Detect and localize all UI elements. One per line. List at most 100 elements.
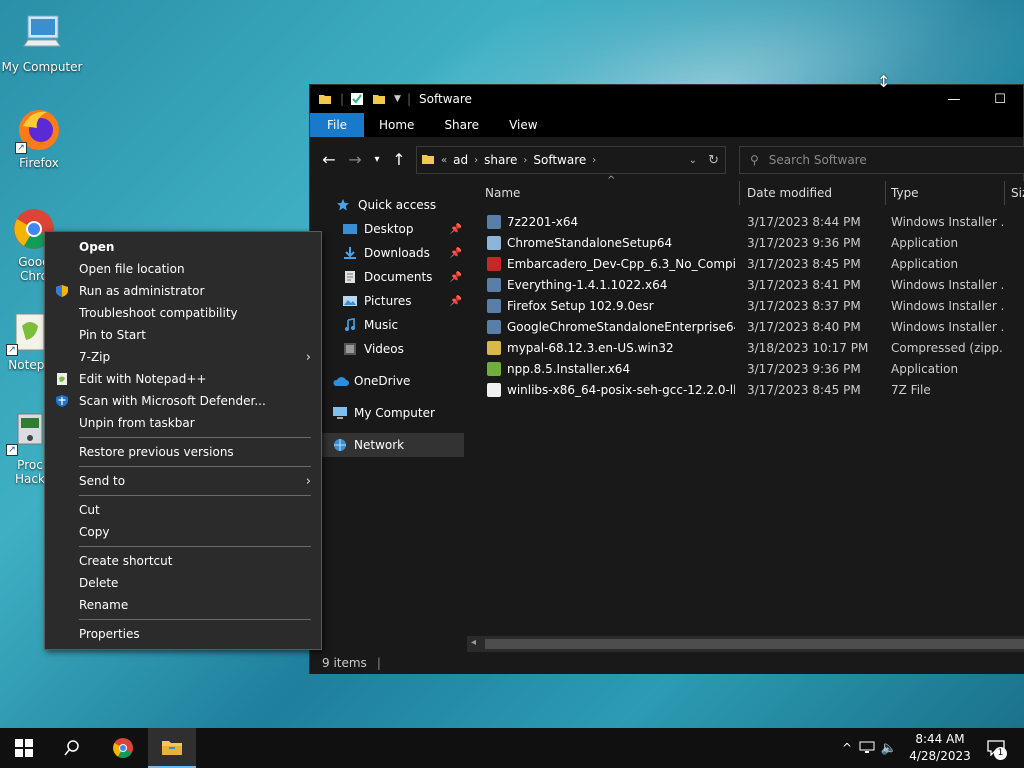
- tab-home[interactable]: Home: [364, 113, 429, 137]
- menu-item-unpin-from-taskbar[interactable]: Unpin from taskbar: [45, 412, 321, 434]
- column-separator[interactable]: [1004, 181, 1005, 205]
- network-status-icon[interactable]: [856, 740, 878, 757]
- nav-onedrive[interactable]: OneDrive: [310, 369, 466, 393]
- action-center-button[interactable]: 1: [982, 728, 1010, 768]
- tab-share[interactable]: Share: [429, 113, 494, 137]
- file-row[interactable]: 7z2201-x64 3/17/2023 8:44 PM Windows Ins…: [467, 212, 1024, 233]
- search-button[interactable]: [48, 728, 96, 768]
- nav-pictures[interactable]: Pictures 📌: [310, 289, 466, 313]
- menu-item-troubleshoot-compatibility[interactable]: Troubleshoot compatibility: [45, 302, 321, 324]
- scroll-left-arrow-icon[interactable]: ◂: [471, 637, 476, 648]
- breadcrumb-share[interactable]: share: [484, 153, 517, 167]
- nav-network[interactable]: Network: [310, 433, 464, 457]
- file-row[interactable]: Embarcadero_Dev-Cpp_6.3_No_Compiler... 3…: [467, 254, 1024, 275]
- menu-item-cut[interactable]: Cut: [45, 499, 321, 521]
- menu-item-run-as-administrator[interactable]: Run as administrator: [45, 280, 321, 302]
- qa-customize-icon[interactable]: ▼: [394, 94, 401, 104]
- nav-desktop[interactable]: Desktop 📌: [310, 217, 466, 241]
- file-row[interactable]: Firefox Setup 102.9.0esr 3/17/2023 8:37 …: [467, 296, 1024, 317]
- address-dropdown-icon[interactable]: ⌄: [689, 155, 697, 166]
- volume-icon[interactable]: 🔈: [878, 741, 900, 756]
- file-name: ChromeStandaloneSetup64: [507, 236, 673, 250]
- minimize-button[interactable]: —: [931, 85, 977, 113]
- back-arrow-icon[interactable]: ←: [316, 150, 342, 169]
- file-type: Windows Installer ...: [891, 299, 1003, 313]
- menu-item-pin-to-start[interactable]: Pin to Start: [45, 324, 321, 346]
- column-header-date[interactable]: Date modified: [747, 181, 832, 205]
- horizontal-scrollbar[interactable]: ◂: [467, 636, 1024, 652]
- refresh-icon[interactable]: ↻: [708, 153, 719, 168]
- menu-item-open-file-location[interactable]: Open file location: [45, 258, 321, 280]
- menu-item-7zip[interactable]: 7-Zip ›: [45, 346, 321, 368]
- clock[interactable]: 8:44 AM 4/28/2023: [900, 731, 980, 765]
- nav-downloads[interactable]: Downloads 📌: [310, 241, 466, 265]
- file-row[interactable]: Everything-1.4.1.1022.x64 3/17/2023 8:41…: [467, 275, 1024, 296]
- menu-label: Run as administrator: [79, 284, 205, 298]
- address-bar-row: ← → ▾ ↑ « ad › share › Software › ⌄ ↻ ⚲ …: [310, 137, 1024, 181]
- breadcrumb-ad[interactable]: ad: [453, 153, 468, 167]
- menu-label: Cut: [79, 503, 100, 517]
- column-header-type[interactable]: Type: [891, 181, 919, 205]
- file-row[interactable]: npp.8.5.Installer.x64 3/17/2023 9:36 PM …: [467, 359, 1024, 380]
- menu-item-send-to[interactable]: Send to ›: [45, 470, 321, 492]
- file-row[interactable]: GoogleChromeStandaloneEnterprise64 3/17/…: [467, 317, 1024, 338]
- nav-videos[interactable]: Videos: [310, 337, 466, 361]
- explorer-window[interactable]: | ▼ | Software — ☐ File Home Share View …: [309, 84, 1024, 674]
- forward-arrow-icon[interactable]: →: [342, 150, 368, 169]
- clock-date: 4/28/2023: [909, 749, 971, 763]
- desktop-icon-firefox[interactable]: ↗ Firefox: [0, 106, 81, 170]
- menu-item-rename[interactable]: Rename: [45, 594, 321, 616]
- breadcrumb-separator-icon[interactable]: ›: [592, 155, 596, 166]
- properties-icon[interactable]: [350, 92, 364, 106]
- breadcrumb-separator-icon[interactable]: ›: [474, 155, 478, 166]
- menu-item-edit-with-notepadpp[interactable]: Edit with Notepad++: [45, 368, 321, 390]
- file-row[interactable]: winlibs-x86_64-posix-seh-gcc-12.2.0-llv.…: [467, 380, 1024, 401]
- menu-item-delete[interactable]: Delete: [45, 572, 321, 594]
- nav-label: OneDrive: [354, 374, 411, 388]
- taskbar-chrome[interactable]: [99, 728, 147, 768]
- breadcrumb-separator-icon[interactable]: ›: [523, 155, 527, 166]
- nav-quick-access[interactable]: Quick access: [310, 193, 466, 217]
- status-divider: |: [376, 656, 381, 670]
- nav-documents[interactable]: Documents 📌: [310, 265, 466, 289]
- nav-my-computer[interactable]: My Computer: [310, 401, 466, 425]
- overflow-chevron-icon[interactable]: «: [441, 155, 447, 166]
- menu-item-copy[interactable]: Copy: [45, 521, 321, 543]
- title-bar[interactable]: | ▼ | Software — ☐: [310, 85, 1023, 113]
- file-row[interactable]: ChromeStandaloneSetup64 3/17/2023 9:36 P…: [467, 233, 1024, 254]
- column-separator[interactable]: [885, 181, 886, 205]
- show-hidden-icons-chevron-icon[interactable]: ^: [838, 741, 856, 755]
- firefox-icon: ↗: [15, 106, 63, 154]
- pin-icon: 📌: [449, 271, 462, 283]
- column-separator[interactable]: [739, 181, 740, 205]
- tab-view[interactable]: View: [494, 113, 552, 137]
- recent-locations-chevron-icon[interactable]: ▾: [368, 154, 386, 165]
- cloud-icon: [332, 374, 349, 388]
- column-header-size[interactable]: Size: [1011, 181, 1024, 205]
- up-arrow-icon[interactable]: ↑: [386, 150, 412, 169]
- column-header-name[interactable]: Name: [485, 181, 520, 205]
- maximize-button[interactable]: ☐: [977, 85, 1023, 113]
- ribbon-tabs: File Home Share View: [310, 113, 1023, 137]
- menu-item-scan-with-defender[interactable]: Scan with Microsoft Defender...: [45, 390, 321, 412]
- start-button[interactable]: [0, 728, 48, 768]
- menu-item-properties[interactable]: Properties: [45, 623, 321, 645]
- menu-item-restore-previous-versions[interactable]: Restore previous versions: [45, 441, 321, 463]
- pin-icon: 📌: [449, 295, 462, 307]
- file-list: ^ Name Date modified Type Size 7z2201-x6…: [467, 175, 1024, 649]
- file-name: winlibs-x86_64-posix-seh-gcc-12.2.0-llv.…: [507, 383, 735, 397]
- new-folder-icon[interactable]: [372, 92, 386, 106]
- menu-item-create-shortcut[interactable]: Create shortcut: [45, 550, 321, 572]
- address-field[interactable]: « ad › share › Software › ⌄ ↻: [416, 146, 726, 174]
- menu-separator: [79, 546, 311, 547]
- breadcrumb-software[interactable]: Software: [533, 153, 586, 167]
- scrollbar-thumb[interactable]: [485, 639, 1024, 649]
- nav-music[interactable]: Music: [310, 313, 466, 337]
- menu-label: Open: [79, 240, 115, 254]
- taskbar-file-explorer[interactable]: [148, 728, 196, 768]
- search-input[interactable]: ⚲ Search Software: [739, 146, 1024, 174]
- tab-file[interactable]: File: [310, 113, 364, 137]
- menu-item-open[interactable]: Open: [45, 236, 321, 258]
- file-row[interactable]: mypal-68.12.3.en-US.win32 3/18/2023 10:1…: [467, 338, 1024, 359]
- desktop-icon-my-computer[interactable]: My Computer: [0, 10, 84, 74]
